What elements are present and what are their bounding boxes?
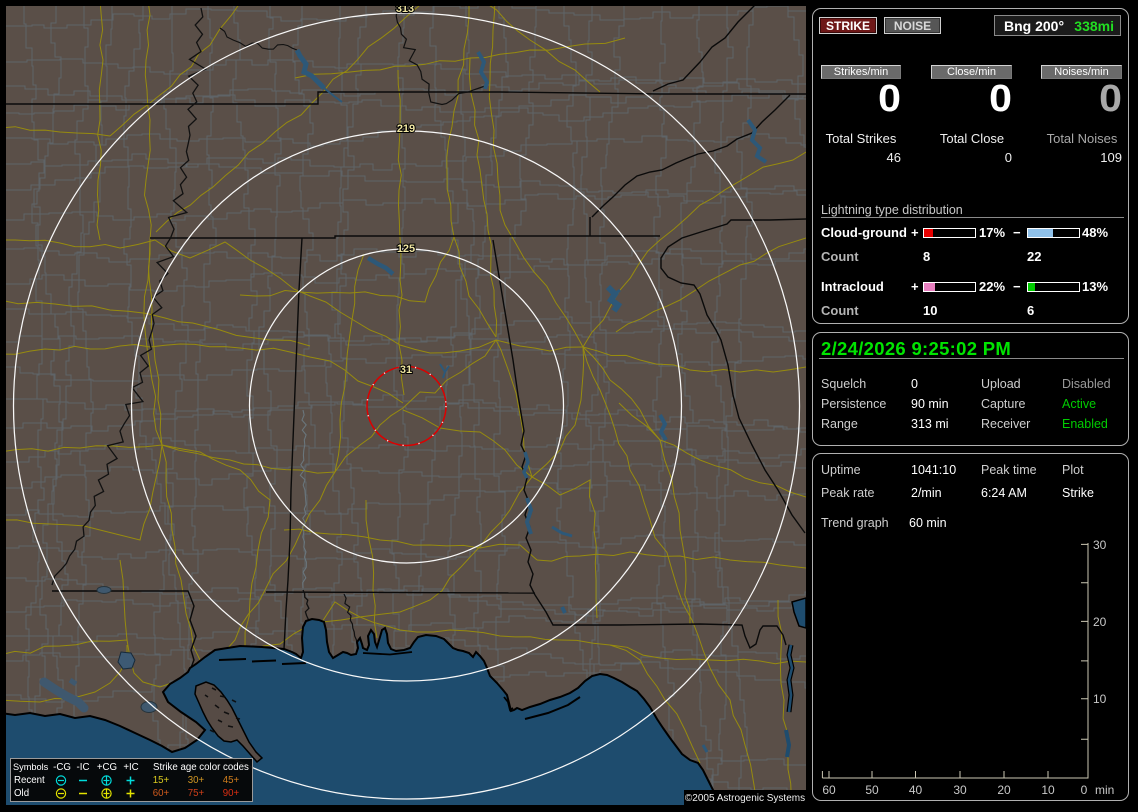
svg-text:10: 10 — [1093, 692, 1107, 706]
svg-text:20: 20 — [997, 783, 1011, 797]
svg-text:10: 10 — [1041, 783, 1055, 797]
svg-text:30: 30 — [953, 783, 967, 797]
svg-text:min: min — [1095, 783, 1114, 797]
svg-text:40: 40 — [909, 783, 923, 797]
svg-text:60: 60 — [822, 783, 836, 797]
svg-text:125: 125 — [397, 243, 415, 255]
svg-text:20: 20 — [1093, 615, 1107, 629]
svg-text:31: 31 — [400, 364, 412, 376]
svg-text:30: 30 — [1093, 538, 1107, 552]
svg-text:0: 0 — [1081, 783, 1088, 797]
svg-text:50: 50 — [865, 783, 879, 797]
svg-text:219: 219 — [397, 123, 415, 135]
